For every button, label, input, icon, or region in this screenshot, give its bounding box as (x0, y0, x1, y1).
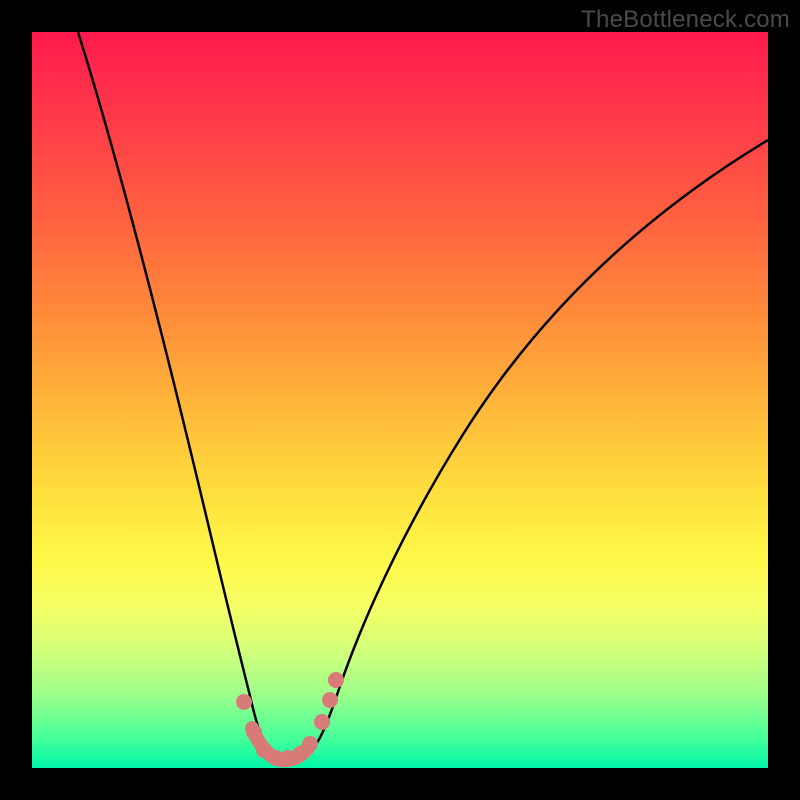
marker-cluster (236, 672, 344, 766)
curve-path (78, 32, 768, 760)
bottleneck-curve (32, 32, 768, 768)
plot-area (32, 32, 768, 768)
watermark-text: TheBottleneck.com (581, 6, 790, 34)
chart-frame: TheBottleneck.com (0, 0, 800, 800)
